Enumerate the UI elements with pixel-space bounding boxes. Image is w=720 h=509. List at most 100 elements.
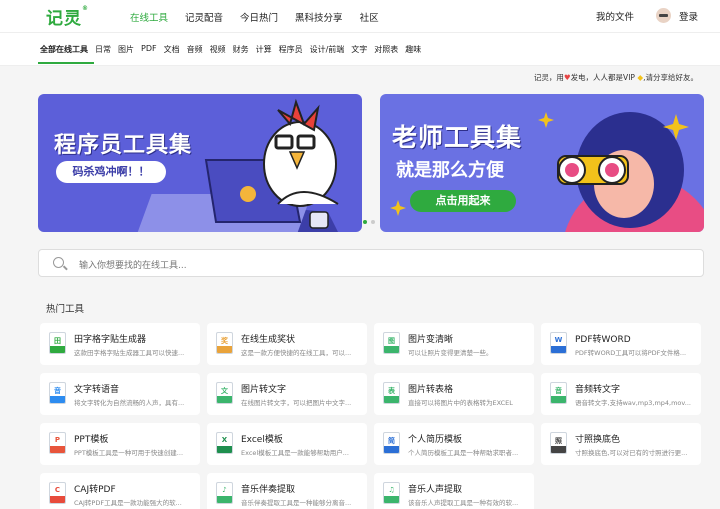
- tool-card[interactable]: 照寸照换底色寸照换底色,可以对已有的寸照进行更...: [541, 423, 701, 465]
- category-tab[interactable]: 文字: [351, 44, 367, 55]
- tool-card[interactable]: 文图片转文字在线图片转文字，可以把图片中文字...: [207, 373, 367, 415]
- audio-text-icon: 音: [550, 382, 567, 404]
- category-tab[interactable]: 图片: [118, 44, 134, 55]
- banner-teacher-tools[interactable]: 老师工具集 就是那么方便 点击用起来: [380, 94, 704, 232]
- tool-card[interactable]: 音文字转语音将文字转化为自然流畅的人声，具有...: [40, 373, 200, 415]
- my-files-link[interactable]: 我的文件: [596, 9, 634, 23]
- tool-name: 音乐人声提取: [408, 485, 463, 495]
- tool-name: 音频转文字: [575, 385, 621, 395]
- category-tab[interactable]: 趣味: [405, 44, 421, 55]
- tool-card[interactable]: C CAJ转PDF CAJ转PDF工具是一款功能强大的软...: [40, 473, 200, 509]
- banner-right-title: 老师工具集: [392, 123, 523, 152]
- banner-right-button[interactable]: 点击用起来: [410, 190, 516, 212]
- tool-card[interactable]: 田田字格字贴生成器这款田字格字贴生成器工具可以快速...: [40, 323, 200, 365]
- tool-description: Excel模板工具是一款能够帮助用户...: [241, 449, 349, 457]
- tool-card[interactable]: 图图片变清晰 可以让照片变得更清楚一些。: [374, 323, 534, 365]
- top-navbar: 记灵® 在线工具 记灵配音 今日热门 黑科技分享 社区 我的文件 登录: [0, 0, 720, 32]
- category-tab[interactable]: 全部在线工具: [40, 44, 88, 55]
- category-tab[interactable]: 文档: [164, 44, 180, 55]
- carousel-dots: [363, 220, 375, 224]
- tool-description: 这款田字格字贴生成器工具可以快速...: [74, 349, 185, 357]
- tool-card[interactable]: P PPT模板 PPT模板工具是一种可用于快速创建...: [40, 423, 200, 465]
- tool-card[interactable]: 表图片转表格直接可以将图片中的表格转为EXCEL: [374, 373, 534, 415]
- tool-card[interactable]: X Excel模板 Excel模板工具是一款能够帮助用户...: [207, 423, 367, 465]
- banner-left-button[interactable]: 码杀鸡冲啊！！: [56, 161, 166, 183]
- category-tab[interactable]: PDF: [141, 44, 157, 55]
- tool-name: 图片转表格: [408, 385, 454, 395]
- tool-name: 文字转语音: [74, 385, 120, 395]
- pdf-word-icon: W: [550, 332, 567, 354]
- tool-card[interactable]: W PDF转WORD PDF转WORD工具可以将PDF文件格...: [541, 323, 701, 365]
- tool-description: 语音转文字,支持wav,mp3,mp4,mov...: [575, 399, 691, 407]
- tool-card[interactable]: 音音频转文字语音转文字,支持wav,mp3,mp4,mov...: [541, 373, 701, 415]
- carousel-dot-1[interactable]: [363, 220, 367, 224]
- category-tab[interactable]: 程序员: [279, 44, 303, 55]
- tool-description: PPT模板工具是一种可用于快速创建...: [74, 449, 184, 457]
- search-icon: [53, 257, 64, 268]
- category-tab[interactable]: 财务: [233, 44, 249, 55]
- banner-programmer-tools[interactable]: 程序员工具集 码杀鸡冲啊！！: [38, 94, 362, 232]
- main-nav: 在线工具 记灵配音 今日热门 黑科技分享 社区: [130, 10, 379, 24]
- tool-name: 图片转文字: [241, 385, 287, 395]
- nav-tech-share[interactable]: 黑科技分享: [295, 10, 343, 24]
- tool-name: 音乐伴奏提取: [241, 485, 296, 495]
- photo-bg-icon: 照: [550, 432, 567, 454]
- tool-name: Excel模板: [241, 435, 283, 445]
- tool-name: CAJ转PDF: [74, 485, 116, 495]
- search-input[interactable]: 输入你想要找的在线工具...: [38, 249, 704, 277]
- nav-today-hot[interactable]: 今日热门: [240, 10, 278, 24]
- tool-description: 直接可以将图片中的表格转为EXCEL: [408, 399, 513, 407]
- nav-dubbing[interactable]: 记灵配音: [185, 10, 223, 24]
- tianzige-icon: 田: [49, 332, 66, 354]
- tool-card[interactable]: ♪ 音乐伴奏提取 音乐伴奏提取工具是一种能够分离音...: [207, 473, 367, 509]
- tool-name: 在线生成奖状: [241, 335, 296, 345]
- ppt-icon: P: [49, 432, 66, 454]
- carousel-dot-2[interactable]: [371, 220, 375, 224]
- tool-name: PPT模板: [74, 435, 109, 445]
- image-text-icon: 文: [216, 382, 233, 404]
- caj-pdf-icon: C: [49, 482, 66, 504]
- category-tab[interactable]: 设计/前端: [310, 44, 345, 55]
- category-tab[interactable]: 对照表: [374, 44, 398, 55]
- tool-name: 图片变清晰: [408, 335, 454, 345]
- tool-description: 寸照换底色,可以对已有的寸照进行更...: [575, 449, 688, 457]
- tool-description: 可以让照片变得更清楚一些。: [408, 349, 493, 357]
- nav-community[interactable]: 社区: [360, 10, 379, 24]
- tool-description: 将文字转化为自然流畅的人声，具有...: [74, 399, 185, 407]
- category-tab[interactable]: 视频: [210, 44, 226, 55]
- user-area: 我的文件 登录: [596, 8, 698, 23]
- tool-card[interactable]: ♫ 音乐人声提取该音乐人声提取工具是一种有效的软...: [374, 473, 534, 509]
- nav-online-tools[interactable]: 在线工具: [130, 10, 168, 24]
- vip-notice: 记灵，用♥发电，人人都是VIP ◆,请分享给好友。: [533, 73, 698, 82]
- site-logo[interactable]: 记灵®: [46, 4, 89, 29]
- login-link[interactable]: 登录: [679, 9, 698, 23]
- category-tab[interactable]: 计算: [256, 44, 272, 55]
- tool-name: 个人简历模板: [408, 435, 463, 445]
- tool-name: 田字格字贴生成器: [74, 335, 147, 345]
- text-speech-icon: 音: [49, 382, 66, 404]
- banner-right-subtitle: 就是那么方便: [396, 160, 504, 181]
- tool-card[interactable]: 简个人简历模板个人简历模板工具是一种帮助求职者...: [374, 423, 534, 465]
- tool-description: 个人简历模板工具是一种帮助求职者...: [408, 449, 519, 457]
- vocal-extract-icon: ♫: [383, 482, 400, 504]
- tool-description: 该音乐人声提取工具是一种有效的软...: [408, 499, 519, 507]
- heart-icon: ♥: [563, 73, 571, 82]
- certificate-icon: 奖: [216, 332, 233, 354]
- tool-name: PDF转WORD: [575, 335, 631, 345]
- excel-icon: X: [216, 432, 233, 454]
- tool-card[interactable]: 奖在线生成奖状 这是一款方便快捷的在线工具，可以...: [207, 323, 367, 365]
- tool-description: 在线图片转文字，可以把图片中文字...: [241, 399, 352, 407]
- section-title-hot-tools: 热门工具: [46, 304, 85, 315]
- avatar[interactable]: [655, 8, 671, 23]
- resume-icon: 简: [383, 432, 400, 454]
- search-placeholder: 输入你想要找的在线工具...: [79, 261, 187, 271]
- category-tab[interactable]: 音频: [187, 44, 203, 55]
- category-tab[interactable]: 日常: [95, 44, 111, 55]
- image-table-icon: 表: [383, 382, 400, 404]
- tool-grid: 田田字格字贴生成器 这款田字格字贴生成器工具可以快速... 奖在线生成奖状 这是一款方…: [40, 323, 720, 509]
- tool-description: PDF转WORD工具可以将PDF文件格...: [575, 349, 687, 357]
- tool-name: 寸照换底色: [575, 435, 621, 445]
- category-bar: 全部在线工具 日常 图片 PDF 文档 音频 视频 财务 计算 程序员 设计/前端 文字 对照表 趣味: [0, 32, 720, 66]
- banner-left-title: 程序员工具集: [54, 133, 193, 158]
- tool-description: 音乐伴奏提取工具是一种能够分离音...: [241, 499, 352, 507]
